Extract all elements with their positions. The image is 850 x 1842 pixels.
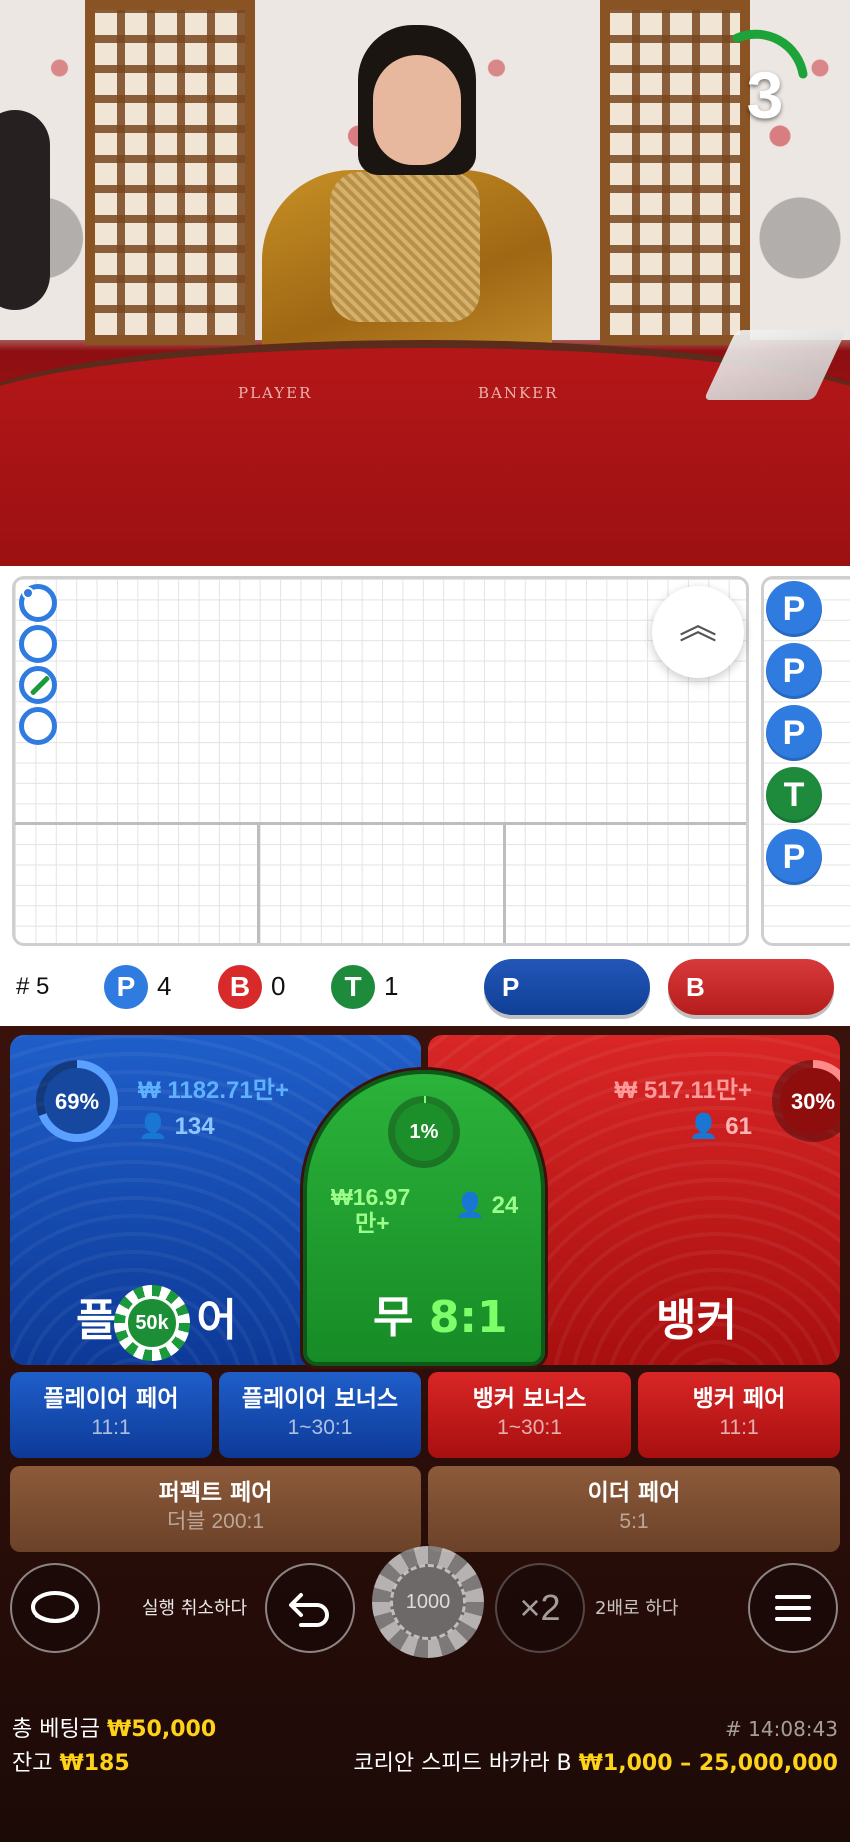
- user-icon: 👤: [455, 1192, 492, 1219]
- double-button[interactable]: ×2: [495, 1563, 585, 1653]
- road-bead-player-tie: [19, 666, 57, 704]
- big-road-grid[interactable]: [12, 576, 749, 946]
- either-pair-bet[interactable]: 이더 페어 5:1: [428, 1466, 840, 1552]
- countdown-number: 3: [746, 58, 784, 132]
- table-info: 코리안 스피드 바카라 B ₩1,000 – 25,000,000: [353, 1753, 838, 1775]
- collapse-roadmap-button[interactable]: ︽: [652, 586, 744, 678]
- bead-road-item: P: [766, 829, 822, 885]
- undo-icon: [289, 1593, 329, 1627]
- selected-chip-value: 1000: [390, 1564, 466, 1640]
- perfect-pair-bet[interactable]: 퍼펙트 페어 더블 200:1: [10, 1466, 421, 1552]
- undo-button[interactable]: [265, 1563, 355, 1653]
- player-bettor-count: 👤 134: [138, 1113, 215, 1140]
- banker-bettor-count: 👤 61: [688, 1113, 752, 1140]
- player-percentage: 69%: [54, 1089, 100, 1114]
- bead-road-item: T: [766, 767, 822, 823]
- banker-bonus-bet[interactable]: 뱅커 보너스 1~30:1: [428, 1372, 631, 1458]
- player-predict-button[interactable]: P: [484, 959, 650, 1015]
- chat-icon: [31, 1591, 79, 1623]
- hamburger-menu-icon: [775, 1595, 811, 1621]
- double-label: 2배로 하다: [595, 1598, 679, 1619]
- banker-wins-badge: B: [218, 965, 262, 1009]
- countdown-timer: 3: [715, 22, 815, 128]
- tie-percentage: 1%: [409, 1121, 439, 1143]
- table-banker-label: BANKER: [478, 384, 559, 402]
- user-icon: 👤: [688, 1113, 726, 1140]
- tie-bet-spot[interactable]: 1% ₩16.97 만+ 👤 24 무 8:1: [303, 1070, 545, 1366]
- road-bead-player: [19, 584, 57, 622]
- live-video-feed: PLAYER BANKER 3: [0, 0, 850, 566]
- chip-selector[interactable]: 1000: [372, 1546, 484, 1658]
- banker-predict-button[interactable]: B: [668, 959, 834, 1015]
- banker-wins-count: 0: [271, 971, 286, 1001]
- banker-title: 뱅커: [656, 1295, 737, 1346]
- menu-button[interactable]: [748, 1563, 838, 1653]
- tie-title: 무 8:1: [373, 1292, 508, 1343]
- total-bet-value: ₩50,000: [106, 1717, 217, 1742]
- tie-bettor-count: 👤 24: [455, 1192, 519, 1219]
- balance: 잔고 ₩185: [12, 1751, 130, 1776]
- player-wins-count: 4: [157, 971, 172, 1001]
- bead-road-item: P: [766, 643, 822, 699]
- banker-percentage: 30%: [790, 1089, 836, 1114]
- round-stats-bar: # 5 P 4 B 0 T 1 P B: [0, 957, 850, 1019]
- player-total-amount: ₩ 1182.71만+: [138, 1077, 289, 1104]
- chat-button[interactable]: [10, 1563, 100, 1653]
- banker-total-amount: ₩ 517.11만+: [614, 1077, 753, 1104]
- tie-count-badge: T: [331, 965, 375, 1009]
- undo-label: 실행 취소하다: [142, 1598, 248, 1619]
- roadmap-panel: ︽ P P P T P # 5 P 4 B 0 T 1 P B: [0, 566, 850, 1026]
- player-wins-badge: P: [104, 965, 148, 1009]
- table-player-label: PLAYER: [238, 384, 313, 402]
- user-icon: 👤: [138, 1113, 175, 1140]
- table-name: 코리안 스피드 바카라 B: [353, 1751, 572, 1776]
- round-id-time: # 14:08:43: [725, 1717, 838, 1741]
- chevron-double-up-icon: ︽: [678, 603, 717, 647]
- round-number: # 5: [16, 973, 50, 1000]
- bead-road-column[interactable]: P P P T P: [761, 576, 850, 946]
- banker-pair-bet[interactable]: 뱅커 페어 11:1: [638, 1372, 840, 1458]
- road-bead-player: [19, 707, 57, 745]
- total-bet: 총 베팅금 ₩50,000: [12, 1717, 217, 1742]
- road-bead-player: [19, 625, 57, 663]
- lattice-screen-left: [85, 0, 255, 345]
- player-pair-bet[interactable]: 플레이어 페어 11:1: [10, 1372, 212, 1458]
- placed-chip[interactable]: 50k: [114, 1285, 190, 1361]
- bet-limits: ₩1,000 – 25,000,000: [578, 1751, 838, 1776]
- player-bonus-bet[interactable]: 플레이어 보너스 1~30:1: [219, 1372, 421, 1458]
- bead-road-item: P: [766, 705, 822, 761]
- balance-value: ₩185: [59, 1751, 130, 1776]
- tie-total-amount: ₩16.97 만+: [331, 1184, 411, 1236]
- tie-count: 1: [384, 971, 399, 1001]
- bead-road-item: P: [766, 581, 822, 637]
